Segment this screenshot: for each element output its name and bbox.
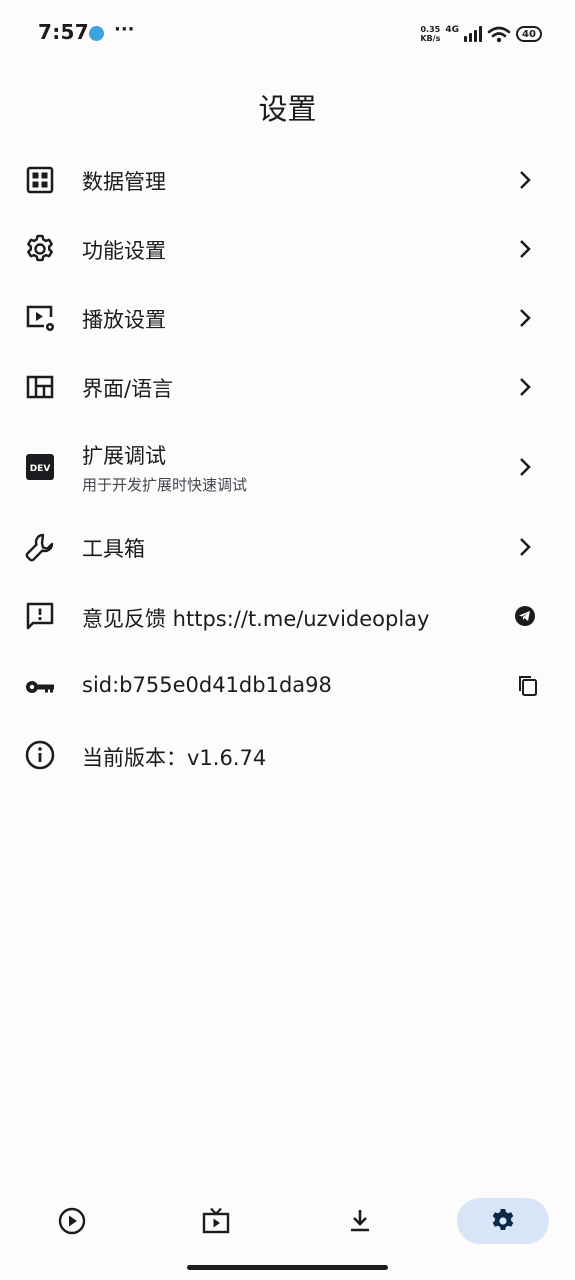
menu-item-label: 播放设置 (82, 308, 166, 332)
download-icon (351, 1210, 369, 1232)
dashboard-layout-icon (24, 371, 56, 403)
chevron-right-icon (513, 535, 537, 559)
menu-item-version: 当前版本：v1.6.74 (0, 721, 575, 791)
menu-item-label: 数据管理 (82, 170, 166, 194)
more-notifications-icon: ··· (114, 19, 135, 40)
menu-item-interface-language[interactable]: 界面/语言 (0, 352, 575, 422)
menu-item-label: 工具箱 (82, 537, 145, 561)
menu-item-feedback[interactable]: 意见反馈 https://t.me/uzvideoplay (0, 582, 575, 652)
signal-icon (464, 26, 482, 42)
menu-item-extension-debug[interactable]: DEV 扩展调试 用于开发扩展时快速调试 (0, 422, 575, 512)
info-icon (24, 739, 56, 771)
chevron-right-icon (513, 375, 537, 399)
chevron-right-icon (513, 237, 537, 261)
battery-icon: 40 (516, 26, 542, 42)
network-type: 4G (445, 25, 459, 35)
chevron-right-icon (513, 168, 537, 192)
menu-item-sublabel: 用于开发扩展时快速调试 (82, 476, 248, 494)
chevron-right-icon (513, 455, 537, 479)
play-circle-icon (58, 1207, 86, 1235)
menu-item-label: 界面/语言 (82, 377, 174, 401)
menu-item-function-settings[interactable]: 功能设置 (0, 214, 575, 284)
menu-item-label: sid:b755e0d41db1da98 (82, 673, 332, 697)
page-title: 设置 (258, 92, 317, 126)
feedback-icon (24, 600, 56, 632)
nav-play[interactable] (26, 1198, 118, 1244)
nav-download[interactable] (314, 1198, 406, 1244)
copy-icon[interactable] (516, 674, 540, 698)
nav-tv[interactable] (170, 1198, 262, 1244)
status-indicators: 0.35 KB/s 4G 40 (420, 23, 542, 45)
grid-icon (24, 164, 56, 196)
status-bar: 7:57 ··· 0.35 KB/s 4G 40 (0, 0, 575, 70)
menu-item-label: 功能设置 (82, 239, 166, 263)
menu-item-toolbox[interactable]: 工具箱 (0, 512, 575, 582)
gear-icon (24, 233, 56, 265)
telegram-icon[interactable] (513, 604, 537, 628)
dev-badge-icon: DEV (24, 451, 56, 483)
status-time: 7:57 (38, 20, 89, 44)
video-settings-icon (24, 302, 56, 334)
telegram-notification-icon (89, 26, 104, 41)
settings-icon (492, 1209, 514, 1230)
home-indicator[interactable] (187, 1265, 388, 1270)
network-speed-value: 0.35 (420, 25, 441, 34)
tv-icon (202, 1207, 230, 1234)
wifi-icon (487, 26, 511, 43)
menu-item-label: 扩展调试 (82, 444, 166, 468)
menu-item-data-management[interactable]: 数据管理 (0, 145, 575, 215)
menu-item-label: 当前版本：v1.6.74 (82, 746, 267, 770)
network-speed: 0.35 KB/s (420, 25, 440, 43)
key-icon (24, 671, 56, 703)
nav-settings[interactable] (457, 1198, 549, 1244)
menu-item-label: 意见反馈 https://t.me/uzvideoplay (82, 607, 430, 631)
menu-item-sid[interactable]: sid:b755e0d41db1da98 (0, 652, 575, 722)
dev-badge-text: DEV (30, 464, 51, 474)
chevron-right-icon (513, 306, 537, 330)
wrench-icon (24, 531, 56, 563)
menu-item-playback-settings[interactable]: 播放设置 (0, 283, 575, 353)
network-speed-unit: KB/s (420, 34, 441, 43)
